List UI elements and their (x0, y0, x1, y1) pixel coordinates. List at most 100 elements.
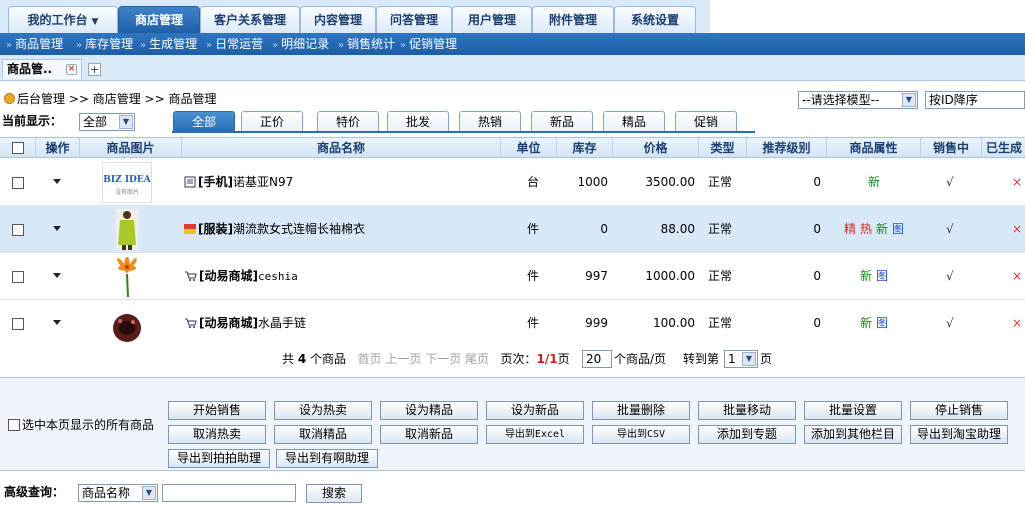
generated-cross[interactable]: × (1012, 300, 1022, 347)
phone-icon (184, 176, 196, 188)
table-row[interactable]: [动易商城]ceshia 件 997 1000.00 正常 0 新图 √ × (0, 253, 1025, 300)
chevron-down-icon[interactable]: ▼ (142, 486, 156, 500)
batch-settings-button[interactable]: 批量设置 (804, 401, 902, 420)
chevron-down-icon[interactable]: ▼ (119, 115, 133, 129)
on-sale-check[interactable]: √ (946, 253, 954, 300)
add-to-other-column-button[interactable]: 添加到其他栏目 (804, 425, 902, 444)
search-input[interactable] (162, 484, 296, 502)
start-sale-button[interactable]: 开始销售 (168, 401, 266, 420)
tab-content-management[interactable]: 内容管理 (300, 6, 376, 33)
chevron-down-icon[interactable] (53, 320, 61, 325)
header-stock[interactable]: 库存 (557, 138, 613, 158)
product-image[interactable] (102, 209, 152, 250)
subnav-item-promotions[interactable]: » 促销管理 (400, 33, 457, 55)
subnav-item-generate[interactable]: » 生成管理 (140, 33, 197, 55)
row-checkbox[interactable] (12, 224, 24, 236)
bullet-icon: » (400, 40, 407, 51)
generated-cross[interactable]: × (1012, 206, 1022, 253)
filter-tab-regular[interactable]: 正价 (241, 111, 303, 132)
export-youa-button[interactable]: 导出到有啊助理 (276, 449, 378, 468)
subnav-item-sales-stats[interactable]: » 销售统计 (338, 33, 395, 55)
generated-cross[interactable]: × (1012, 253, 1022, 300)
table-row[interactable]: BIZ IDEA 没有图片 [手机]诺基亚N97 台 1000 3500.00 … (0, 159, 1025, 206)
table-row[interactable]: [服装]潮流款女式连帽长袖棉衣 件 0 88.00 正常 0 精热新图 √ × (0, 206, 1025, 253)
goto-page-select[interactable]: 1 ▼ (724, 350, 758, 368)
add-to-topic-button[interactable]: 添加到专题 (698, 425, 796, 444)
pager-prev-link[interactable]: 上一页 (385, 352, 421, 366)
select-all-page-checkbox[interactable] (8, 419, 20, 431)
pager-next-link[interactable]: 下一页 (425, 352, 461, 366)
tab-my-workbench[interactable]: 我的工作台 ▼ (8, 6, 118, 33)
tab-store-management[interactable]: 商店管理 (118, 6, 200, 33)
product-image[interactable] (102, 303, 152, 344)
filter-tab-all[interactable]: 全部 (173, 111, 235, 132)
subnav-item-records[interactable]: » 明细记录 (272, 33, 329, 55)
chevron-down-icon[interactable]: ▼ (92, 17, 99, 27)
pager-first-link[interactable]: 首页 (358, 352, 382, 366)
cancel-new-button[interactable]: 取消新品 (380, 425, 478, 444)
generated-cross[interactable]: × (1012, 159, 1022, 206)
chevron-down-icon[interactable]: ▼ (742, 352, 756, 366)
product-name[interactable]: [动易商城]ceshia (184, 253, 298, 300)
close-icon[interactable]: × (66, 64, 77, 75)
chevron-down-icon[interactable] (53, 273, 61, 278)
subnav-item-inventory[interactable]: » 库存管理 (76, 33, 133, 55)
tab-user-management[interactable]: 用户管理 (452, 6, 532, 33)
header-name[interactable]: 商品名称 (182, 138, 501, 158)
set-hot-button[interactable]: 设为热卖 (274, 401, 372, 420)
product-name[interactable]: [手机]诺基亚N97 (184, 159, 293, 206)
tab-system-settings[interactable]: 系统设置 (614, 6, 696, 33)
export-paipai-button[interactable]: 导出到拍拍助理 (168, 449, 270, 468)
header-price[interactable]: 价格 (613, 138, 699, 158)
table-row[interactable]: [动易商城]水晶手链 件 999 100.00 正常 0 新图 √ × (0, 300, 1025, 347)
select-all-label[interactable]: 选中本页显示的所有商品 (8, 418, 154, 432)
product-image[interactable]: BIZ IDEA 没有图片 (102, 162, 152, 203)
filter-select[interactable]: 全部 ▼ (79, 113, 135, 131)
tab-attachment-management[interactable]: 附件管理 (532, 6, 614, 33)
tab-crm[interactable]: 客户关系管理 (200, 6, 300, 33)
set-best-button[interactable]: 设为精品 (380, 401, 478, 420)
set-new-button[interactable]: 设为新品 (486, 401, 584, 420)
add-tab-icon[interactable]: + (88, 63, 101, 76)
filter-tab-special[interactable]: 特价 (317, 111, 379, 132)
export-excel-button[interactable]: 导出到Excel (486, 425, 584, 444)
filter-tab-wholesale[interactable]: 批发 (387, 111, 449, 132)
export-csv-button[interactable]: 导出到CSV (592, 425, 690, 444)
product-name[interactable]: [服装]潮流款女式连帽长袖棉衣 (184, 206, 365, 253)
export-taobao-button[interactable]: 导出到淘宝助理 (910, 425, 1008, 444)
model-select[interactable]: --请选择模型-- ▼ (798, 91, 918, 109)
select-all-checkbox[interactable] (12, 142, 24, 154)
on-sale-check[interactable]: √ (946, 159, 954, 206)
filter-tab-new[interactable]: 新品 (531, 111, 593, 132)
batch-move-button[interactable]: 批量移动 (698, 401, 796, 420)
filter-tab-best[interactable]: 精品 (603, 111, 665, 132)
on-sale-check[interactable]: √ (946, 206, 954, 253)
row-checkbox[interactable] (12, 177, 24, 189)
attr-new-badge: 新 (859, 316, 872, 330)
search-button[interactable]: 搜索 (306, 484, 362, 503)
product-image[interactable] (102, 256, 152, 297)
filter-tab-hot[interactable]: 热销 (459, 111, 521, 132)
cancel-best-button[interactable]: 取消精品 (274, 425, 372, 444)
stop-sale-button[interactable]: 停止销售 (910, 401, 1008, 420)
chevron-down-icon[interactable]: ▼ (902, 93, 916, 107)
chevron-down-icon[interactable] (53, 179, 61, 184)
subnav-item-daily-ops[interactable]: » 日常运营 (206, 33, 263, 55)
tab-qa-management[interactable]: 问答管理 (376, 6, 452, 33)
sort-select[interactable]: 按ID降序 (925, 91, 1025, 109)
filter-tab-promo[interactable]: 促销 (675, 111, 737, 132)
pager-last-link[interactable]: 尾页 (465, 352, 489, 366)
subnav-item-products[interactable]: » 商品管理 (6, 33, 63, 55)
row-checkbox[interactable] (12, 318, 24, 330)
product-name[interactable]: [动易商城]水晶手链 (184, 300, 306, 347)
per-page-input[interactable]: 20 (582, 350, 612, 368)
on-sale-check[interactable]: √ (946, 300, 954, 347)
cancel-hot-button[interactable]: 取消热卖 (168, 425, 266, 444)
search-field-select[interactable]: 商品名称 ▼ (78, 484, 158, 502)
batch-delete-button[interactable]: 批量删除 (592, 401, 690, 420)
doc-tab-products[interactable]: 商品管.. × (2, 59, 82, 79)
table-header: 操作 商品图片 商品名称 单位 库存 价格 类型 推荐级别 商品属性 销售中 已… (0, 137, 1025, 158)
header-level: 推荐级别 (747, 138, 827, 158)
chevron-down-icon[interactable] (53, 226, 61, 231)
row-checkbox[interactable] (12, 271, 24, 283)
